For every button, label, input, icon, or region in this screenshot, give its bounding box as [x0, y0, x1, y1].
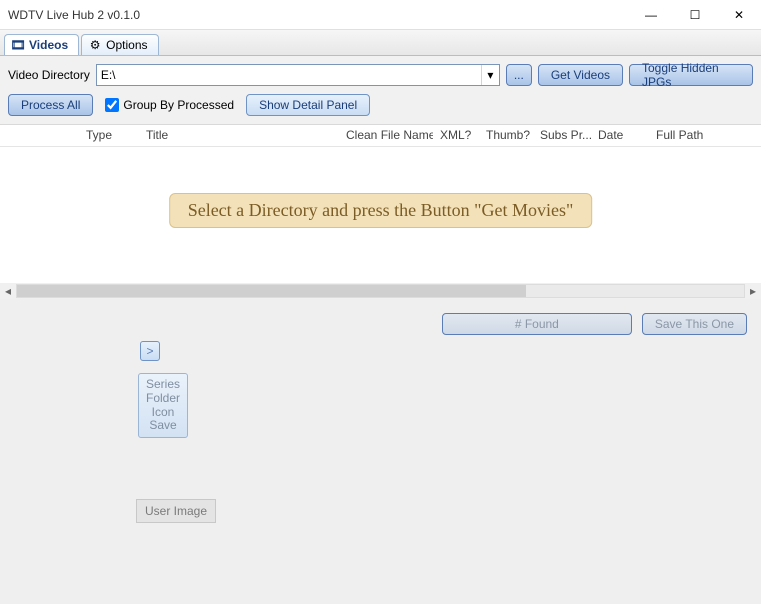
- series-folder-icon-save-button[interactable]: Series Folder Icon Save: [138, 373, 188, 438]
- video-directory-label: Video Directory: [8, 68, 90, 82]
- scroll-thumb[interactable]: [17, 285, 526, 297]
- group-by-processed-label: Group By Processed: [123, 98, 234, 112]
- grid-col-type[interactable]: Type: [80, 125, 140, 146]
- grid-col-clean[interactable]: Clean File Name: [340, 125, 434, 146]
- directory-row: Video Directory ▾ ... Get Videos Toggle …: [0, 56, 761, 90]
- maximize-icon: ☐: [690, 8, 701, 22]
- process-all-button[interactable]: Process All: [8, 94, 93, 116]
- grid-col-path[interactable]: Full Path: [650, 125, 750, 146]
- scroll-left-button[interactable]: ◂: [0, 283, 16, 299]
- get-videos-button[interactable]: Get Videos: [538, 64, 623, 86]
- chevron-right-icon: >: [146, 344, 153, 358]
- detail-panel: # Found Save This One > Series Folder Ic…: [0, 299, 761, 604]
- tabbar: 🎞 Videos ⚙ Options: [0, 30, 761, 56]
- chevron-down-icon: ▾: [487, 68, 493, 82]
- close-icon: ✕: [734, 8, 744, 22]
- grid-col-xml[interactable]: XML?: [434, 125, 480, 146]
- video-grid: Type Title Clean File Name XML? Thumb? S…: [0, 125, 761, 283]
- chevron-left-icon: ◂: [5, 284, 11, 298]
- grid-horizontal-scrollbar[interactable]: ◂ ▸: [0, 283, 761, 299]
- tab-videos-label: Videos: [29, 38, 68, 52]
- scroll-right-button[interactable]: ▸: [745, 283, 761, 299]
- video-directory-combo[interactable]: ▾: [96, 64, 500, 86]
- save-this-one-button[interactable]: Save This One: [642, 313, 747, 335]
- scroll-track[interactable]: [16, 284, 745, 298]
- tab-options-label: Options: [106, 38, 147, 52]
- nav-right-button[interactable]: >: [140, 341, 160, 361]
- group-by-processed-input[interactable]: [105, 98, 119, 112]
- grid-placeholder: Select a Directory and press the Button …: [169, 193, 593, 228]
- grid-col-subs[interactable]: Subs Pr...: [534, 125, 592, 146]
- user-image-button[interactable]: User Image: [136, 499, 216, 523]
- toggle-hidden-jpgs-button[interactable]: Toggle Hidden JPGs: [629, 64, 753, 86]
- grid-col-thumb[interactable]: Thumb?: [480, 125, 534, 146]
- film-icon: 🎞: [11, 38, 25, 52]
- grid-col-blank[interactable]: [0, 125, 80, 146]
- titlebar: WDTV Live Hub 2 v0.1.0 — ☐ ✕: [0, 0, 761, 30]
- video-directory-input[interactable]: [97, 65, 481, 85]
- tab-options[interactable]: ⚙ Options: [81, 34, 158, 55]
- found-count-button[interactable]: # Found: [442, 313, 632, 335]
- grid-header: Type Title Clean File Name XML? Thumb? S…: [0, 125, 761, 147]
- show-detail-panel-button[interactable]: Show Detail Panel: [246, 94, 370, 116]
- video-directory-dropdown[interactable]: ▾: [481, 65, 499, 85]
- action-row: Process All Group By Processed Show Deta…: [0, 90, 761, 125]
- group-by-processed-checkbox[interactable]: Group By Processed: [105, 98, 234, 112]
- close-button[interactable]: ✕: [717, 0, 761, 30]
- minimize-icon: —: [645, 8, 657, 22]
- chevron-right-icon: ▸: [750, 284, 756, 298]
- gear-icon: ⚙: [88, 38, 102, 52]
- grid-col-date[interactable]: Date: [592, 125, 650, 146]
- maximize-button[interactable]: ☐: [673, 0, 717, 30]
- tab-videos[interactable]: 🎞 Videos: [4, 34, 79, 55]
- browse-button[interactable]: ...: [506, 64, 532, 86]
- window-title: WDTV Live Hub 2 v0.1.0: [8, 8, 629, 22]
- grid-col-title[interactable]: Title: [140, 125, 340, 146]
- minimize-button[interactable]: —: [629, 0, 673, 30]
